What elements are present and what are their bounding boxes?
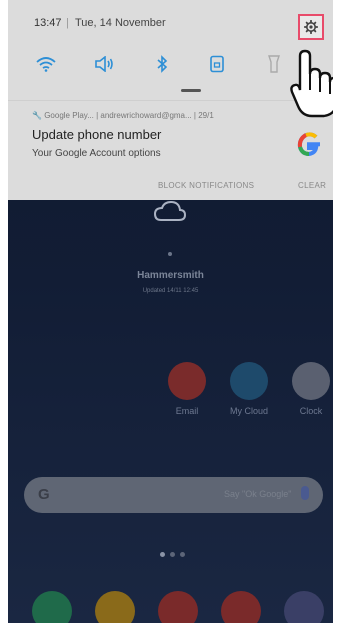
clear-button[interactable]: CLEAR bbox=[298, 181, 326, 190]
notification-card[interactable]: 🔧 Google Play... | andrewrichoward@gma..… bbox=[8, 100, 333, 201]
weather-city: Hammersmith bbox=[137, 270, 204, 281]
sound-toggle[interactable] bbox=[90, 50, 118, 78]
app-label: Email bbox=[175, 406, 199, 416]
bluetooth-toggle[interactable] bbox=[148, 50, 176, 78]
status-time: 13:47 bbox=[34, 17, 62, 29]
location-dot bbox=[168, 252, 172, 256]
email-icon bbox=[168, 362, 206, 400]
app-label: Clock bbox=[299, 406, 323, 416]
wrench-icon: 🔧 bbox=[32, 111, 42, 120]
status-separator: | bbox=[66, 17, 69, 29]
weather-updated: Updated 14/11 12:45 bbox=[142, 288, 199, 294]
phone-screen: Hammersmith Updated 14/11 12:45 Email My… bbox=[8, 0, 333, 623]
sound-icon bbox=[95, 56, 113, 72]
search-placeholder: Say "Ok Google" bbox=[224, 489, 292, 499]
notification-actions: BLOCK NOTIFICATIONS CLEAR bbox=[8, 181, 333, 197]
camera-icon[interactable] bbox=[284, 591, 324, 623]
notification-subtitle: Your Google Account options bbox=[32, 148, 161, 159]
phone-icon[interactable] bbox=[32, 591, 72, 623]
page-dot bbox=[170, 552, 175, 557]
wifi-toggle[interactable] bbox=[32, 50, 60, 78]
block-notifications-button[interactable]: BLOCK NOTIFICATIONS bbox=[158, 181, 254, 190]
page-indicator bbox=[8, 552, 333, 558]
mic-icon[interactable] bbox=[301, 486, 309, 500]
wifi-icon bbox=[36, 57, 56, 72]
shade-handle[interactable] bbox=[181, 89, 201, 92]
notification-account: andrewrichoward@gma... bbox=[100, 111, 192, 120]
messages-icon[interactable] bbox=[95, 591, 135, 623]
notification-time: 29/1 bbox=[198, 111, 214, 120]
chrome-icon[interactable] bbox=[158, 591, 198, 623]
google-search-bar[interactable]: G Say "Ok Google" bbox=[24, 477, 323, 513]
settings-button[interactable] bbox=[298, 14, 324, 40]
notification-shade: 13:47 | Tue, 14 November 🔧 Google Play..… bbox=[8, 0, 333, 200]
notification-title: Update phone number bbox=[32, 127, 162, 142]
bluetooth-icon bbox=[157, 55, 168, 73]
gmail-icon[interactable] bbox=[221, 591, 261, 623]
google-logo-icon bbox=[297, 132, 320, 157]
quick-toggles bbox=[8, 50, 333, 80]
hand-pointer-icon bbox=[290, 49, 333, 118]
notification-app: Google Play... bbox=[44, 111, 94, 120]
notification-meta: 🔧 Google Play... | andrewrichoward@gma..… bbox=[32, 111, 214, 120]
rotation-lock-icon bbox=[210, 55, 224, 73]
clock-icon bbox=[292, 362, 330, 400]
app-email[interactable]: Email bbox=[165, 362, 209, 416]
app-mycloud[interactable]: My Cloud bbox=[227, 362, 271, 416]
page-dot bbox=[180, 552, 185, 557]
cloud-app-icon bbox=[230, 362, 268, 400]
rotation-toggle[interactable] bbox=[203, 50, 231, 78]
app-clock[interactable]: Clock bbox=[289, 362, 333, 416]
app-label: My Cloud bbox=[229, 406, 268, 416]
status-date: Tue, 14 November bbox=[75, 17, 166, 29]
status-row: 13:47 | Tue, 14 November bbox=[8, 14, 333, 40]
gear-icon bbox=[304, 20, 318, 34]
flashlight-toggle[interactable] bbox=[260, 50, 288, 78]
flashlight-icon bbox=[268, 55, 280, 73]
cloud-icon bbox=[153, 200, 187, 221]
google-g-icon: G bbox=[38, 486, 50, 503]
page-dot bbox=[160, 552, 165, 557]
